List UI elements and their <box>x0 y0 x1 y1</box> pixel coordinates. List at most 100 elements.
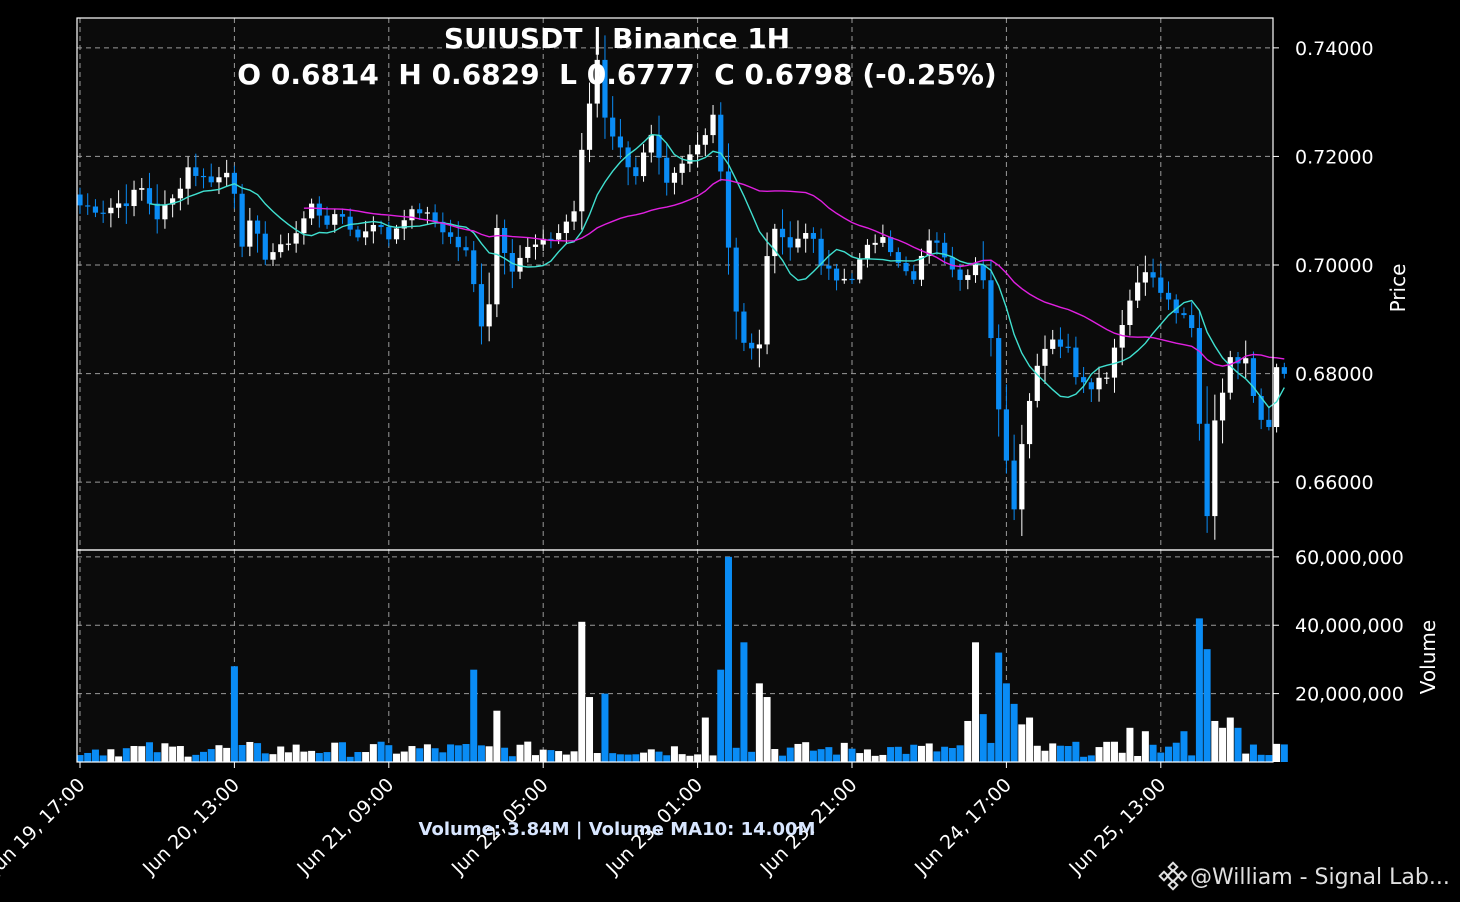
candle-body <box>200 175 207 178</box>
volume-bar <box>1165 746 1173 762</box>
candle-body <box>911 271 917 280</box>
volume-tick-label: 20,000,000 <box>1295 684 1404 706</box>
candle-body <box>378 224 384 228</box>
volume-bar <box>948 748 956 762</box>
candle-body <box>393 228 400 240</box>
volume-bar <box>794 743 802 762</box>
volume-bar <box>238 745 246 762</box>
candle-body <box>224 172 230 178</box>
volume-bar <box>215 745 223 762</box>
volume-bar <box>956 745 964 762</box>
candle-body <box>486 304 492 327</box>
candle-body <box>687 154 693 164</box>
price-tick-label: 0.72000 <box>1295 146 1374 168</box>
volume-bar <box>261 753 269 762</box>
volume-bar <box>1002 683 1010 762</box>
volume-bar <box>1157 752 1165 762</box>
volume-bar <box>1049 743 1057 762</box>
candle-body <box>85 205 91 207</box>
volume-bar <box>338 742 346 762</box>
volume-bar <box>686 755 694 762</box>
volume-bar <box>1219 727 1227 762</box>
candle-body <box>370 224 376 232</box>
candle-body <box>185 167 191 189</box>
candle-body <box>833 268 840 281</box>
candle-body <box>803 233 809 239</box>
candle-body <box>741 311 747 343</box>
candle-body <box>841 278 847 281</box>
volume-bar <box>91 749 99 762</box>
volume-tick-label: 40,000,000 <box>1295 615 1404 637</box>
volume-bar <box>176 746 184 762</box>
volume-bar <box>385 745 393 762</box>
candle-body <box>1150 272 1156 278</box>
candle-body <box>857 259 863 280</box>
volume-bar <box>763 697 771 762</box>
candle-body <box>139 188 145 190</box>
candle-body <box>1135 282 1141 301</box>
candle-body <box>888 237 894 253</box>
candle-body <box>996 338 1002 410</box>
volume-bar <box>369 744 377 762</box>
candle-body <box>386 227 392 240</box>
volume-bar <box>933 751 941 762</box>
candle-body <box>154 203 160 220</box>
candlestick-chart: 0.66000 0.68000 0.70000 0.72000 0.74000 20,0… <box>0 0 1460 902</box>
candle-body <box>324 215 330 225</box>
price-panel <box>77 18 1273 550</box>
volume-bar <box>624 754 632 762</box>
candle-body <box>733 247 739 312</box>
volume-panel <box>77 550 1273 762</box>
volume-bar <box>501 747 509 762</box>
candle-body <box>116 203 122 208</box>
candle-body <box>695 144 701 155</box>
volume-bar <box>153 752 161 762</box>
candle-body <box>1281 367 1287 374</box>
volume-bar <box>439 752 447 762</box>
candle-body <box>1096 377 1102 390</box>
candle-body <box>363 231 369 238</box>
volume-bar <box>539 749 547 762</box>
volume-bar <box>423 744 431 762</box>
volume-tick-label: 60,000,000 <box>1295 547 1404 569</box>
volume-bar <box>586 697 594 762</box>
candle-body <box>92 206 99 213</box>
candle-body <box>586 103 593 150</box>
volume-bar <box>779 755 787 762</box>
candle-body <box>1212 420 1218 517</box>
candle-body <box>285 243 292 245</box>
candle-body <box>455 236 461 248</box>
volume-bar <box>1265 755 1273 762</box>
candle-body <box>1050 339 1056 349</box>
volume-bar <box>709 755 717 762</box>
volume-bar <box>833 754 841 762</box>
volume-bar <box>1280 744 1288 762</box>
candle-body <box>779 228 786 238</box>
volume-bar <box>647 749 655 762</box>
volume-bar <box>562 754 570 762</box>
volume-bar <box>910 744 918 762</box>
volume-bar <box>941 746 949 762</box>
candle-body <box>316 203 322 216</box>
volume-bar <box>640 752 648 762</box>
volume-bar <box>825 747 833 762</box>
candle-body <box>1142 272 1148 283</box>
volume-bar <box>462 744 470 762</box>
candle-body <box>532 244 539 247</box>
volume-bar <box>771 749 779 762</box>
volume-bar <box>254 743 262 762</box>
volume-bar <box>1172 742 1180 762</box>
volume-bar <box>555 751 563 762</box>
volume-bar <box>925 743 933 762</box>
candle-body <box>447 232 454 237</box>
candle-body <box>648 134 654 153</box>
candle-body <box>934 240 940 243</box>
volume-bar <box>578 621 586 762</box>
price-tick-label: 0.66000 <box>1295 472 1374 494</box>
volume-bar <box>122 748 130 762</box>
candle-body <box>1081 377 1087 383</box>
candle-body <box>270 252 276 260</box>
volume-bar <box>1226 717 1234 762</box>
volume-bar <box>732 747 740 762</box>
volume-bar <box>1064 746 1072 762</box>
